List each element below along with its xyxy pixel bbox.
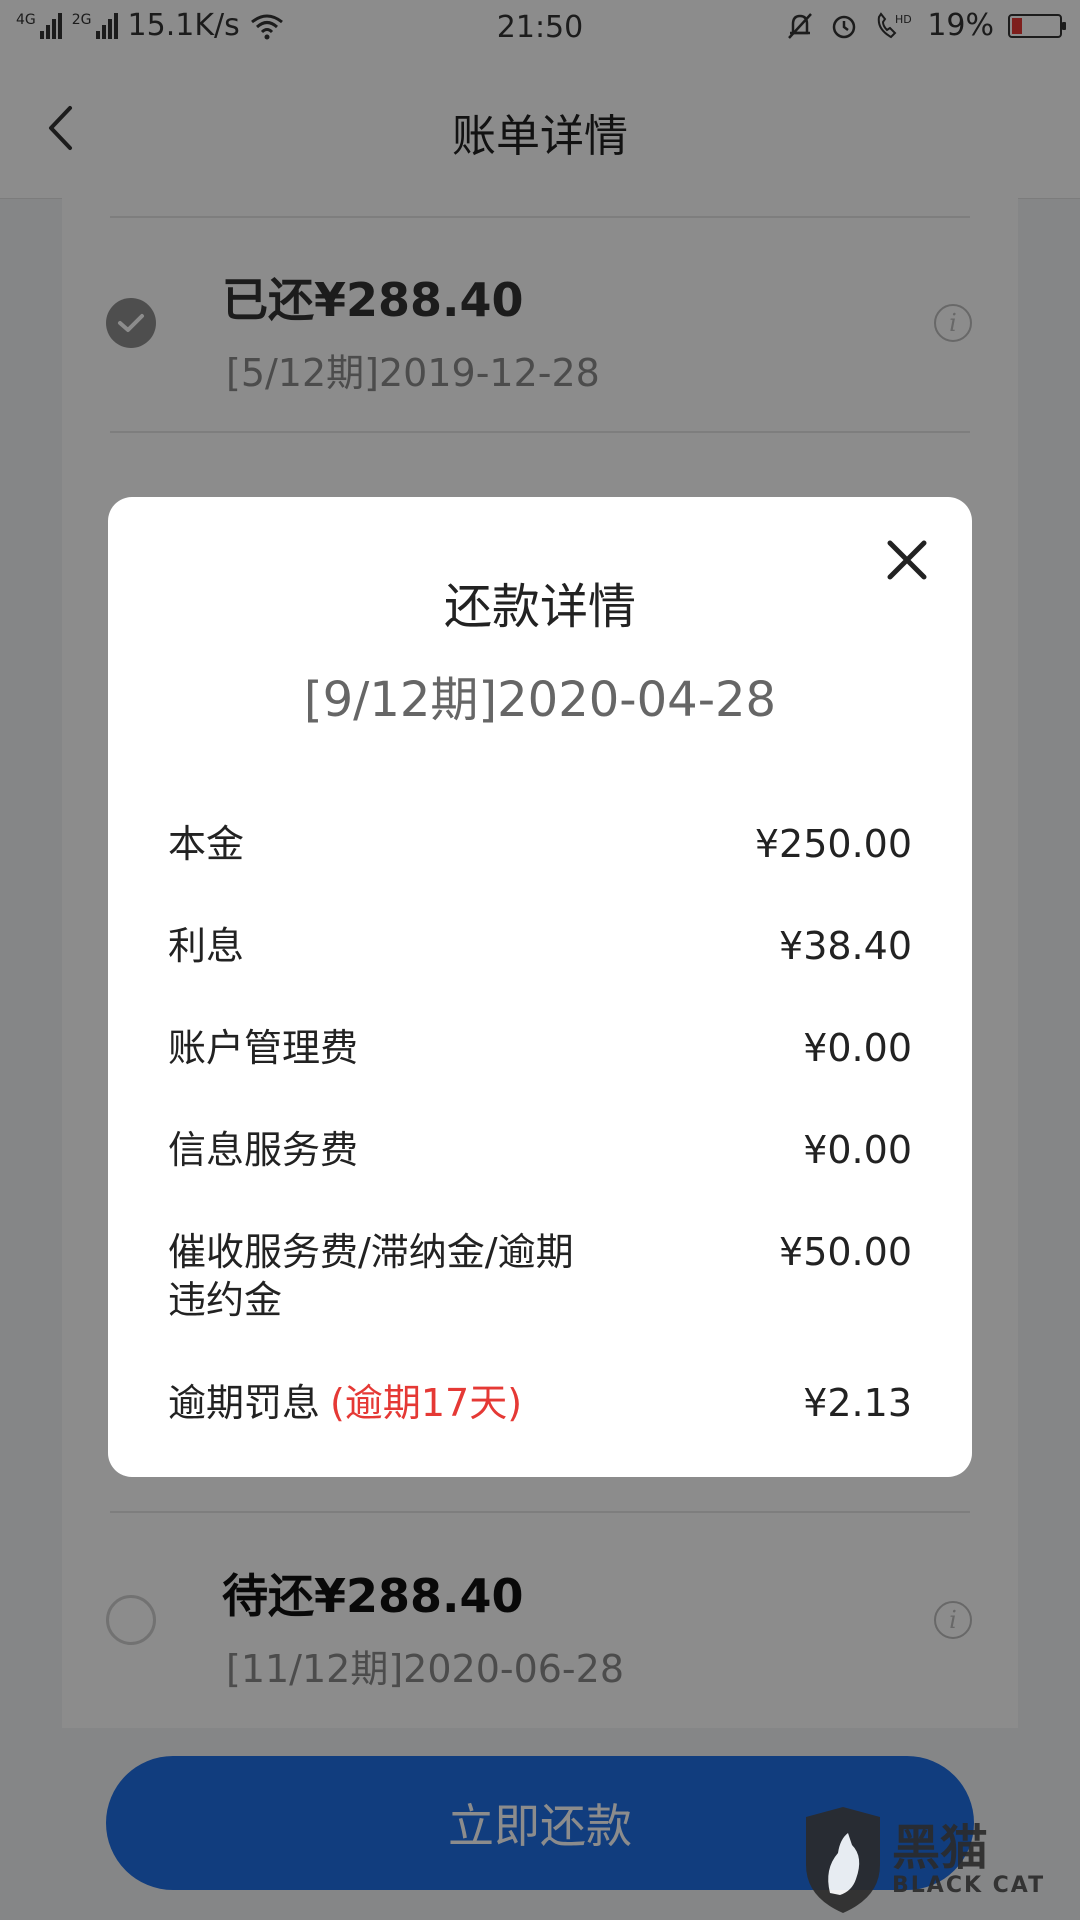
watermark-en: BLACK CAT [892, 1872, 1046, 1898]
service-fee-value: ¥0.00 [803, 1128, 912, 1172]
penalty-interest-label: 逾期罚息 [168, 1381, 321, 1425]
interest-label: 利息 [168, 924, 245, 968]
repayment-detail-dialog: 还款详情 [9/12期]2020-04-28 本金 ¥250.00 利息 ¥38… [108, 497, 972, 1477]
account-fee-value: ¥0.00 [803, 1026, 912, 1070]
penalty-interest-value: ¥2.13 [803, 1381, 912, 1425]
interest-value: ¥38.40 [779, 924, 912, 968]
account-fee-label: 账户管理费 [168, 1026, 359, 1070]
principal-label: 本金 [168, 822, 245, 866]
service-fee-label: 信息服务费 [168, 1128, 359, 1172]
late-fee-label: 催收服务费/滞纳金/逾期违约金 [168, 1230, 574, 1322]
late-fee-value: ¥50.00 [779, 1230, 912, 1274]
dialog-period: [9/12期]2020-04-28 [303, 672, 777, 728]
penalty-interest-row: 逾期罚息 (逾期17天) [168, 1379, 688, 1427]
overdue-days-note: (逾期17天) [330, 1381, 523, 1425]
dialog-title: 还款详情 [443, 579, 636, 635]
watermark-cn: 黑猫 [892, 1819, 989, 1876]
watermark-text: 黑猫 BLACK CAT [892, 1823, 1045, 1898]
black-cat-shield-icon [806, 1807, 880, 1913]
principal-value: ¥250.00 [754, 822, 912, 866]
black-cat-watermark: 黑猫 BLACK CAT [800, 1800, 1080, 1920]
